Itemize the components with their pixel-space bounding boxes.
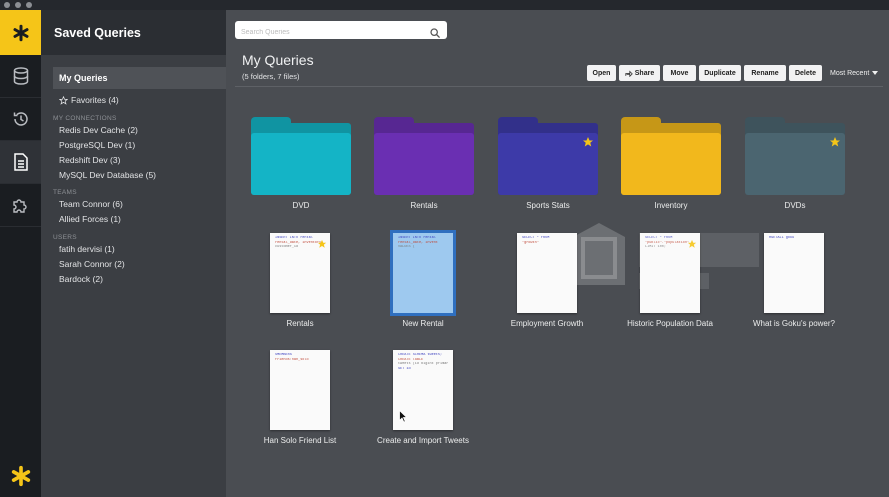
document-icon[interactable] bbox=[0, 141, 41, 184]
section-my-connections: MY CONNECTIONS bbox=[53, 115, 117, 122]
file-label: Employment Growth bbox=[510, 319, 584, 328]
file-preview-line: HGETALL goku bbox=[769, 236, 795, 240]
puzzle-icon[interactable] bbox=[0, 184, 41, 227]
folder-label: Rentals bbox=[410, 201, 438, 210]
close-window-button[interactable] bbox=[4, 2, 10, 8]
query-file-item[interactable]: INSERT INTO rental rental_date, inventory… bbox=[270, 233, 330, 313]
folder-item[interactable] bbox=[745, 117, 845, 197]
open-button[interactable]: Open bbox=[587, 65, 616, 81]
sidebar-item-user[interactable]: Bardock (2) bbox=[59, 274, 103, 284]
sidebar-item-team[interactable]: Team Connor (6) bbox=[59, 199, 123, 209]
file-label: Create and Import Tweets bbox=[377, 436, 469, 445]
chevron-down-icon bbox=[872, 71, 879, 75]
sidebar-header: Saved Queries bbox=[41, 10, 226, 55]
file-preview-line: "growth" bbox=[522, 240, 539, 245]
star-icon bbox=[687, 236, 697, 254]
search-icon[interactable] bbox=[430, 25, 440, 43]
page-title: My Queries bbox=[242, 52, 314, 68]
folder-icon bbox=[621, 133, 721, 195]
window-titlebar bbox=[0, 0, 889, 10]
saved-queries-sidebar: Saved Queries My Queries Favorites (4) M… bbox=[41, 10, 226, 497]
folder-item[interactable] bbox=[621, 117, 721, 197]
star-icon bbox=[582, 135, 594, 153]
query-file-item[interactable]: SMEMBERS friends:han_solo bbox=[270, 350, 330, 430]
page-subtitle: (5 folders, 7 files) bbox=[242, 72, 300, 81]
sort-label: Most Recent bbox=[830, 69, 870, 77]
mouse-cursor-icon bbox=[399, 409, 408, 428]
move-button[interactable]: Move bbox=[663, 65, 696, 81]
folder-item[interactable] bbox=[251, 117, 351, 197]
share-label: Share bbox=[634, 69, 655, 77]
query-file-item[interactable]: SELECT * FROM "growth" bbox=[517, 233, 577, 313]
file-preview-line: CREATE SCHEMA tweets; bbox=[398, 353, 443, 357]
sidebar-title: Saved Queries bbox=[54, 25, 141, 40]
search-bar bbox=[235, 21, 447, 42]
search-input[interactable] bbox=[235, 23, 425, 42]
sidebar-item-connection[interactable]: Redis Dev Cache (2) bbox=[59, 125, 138, 135]
folder-label: DVDs bbox=[784, 201, 806, 210]
zoom-window-button[interactable] bbox=[26, 2, 32, 8]
file-label: Rentals bbox=[286, 319, 314, 328]
folder-item[interactable] bbox=[374, 117, 474, 197]
file-preview-line: VALUES ( bbox=[398, 245, 415, 249]
share-button[interactable]: Share bbox=[619, 65, 660, 81]
sidebar-item-team[interactable]: Allied Forces (1) bbox=[59, 214, 121, 224]
file-label: Historic Population Data bbox=[627, 319, 713, 328]
delete-button[interactable]: Delete bbox=[789, 65, 822, 81]
icon-rail bbox=[0, 10, 41, 497]
folder-item[interactable] bbox=[498, 117, 598, 197]
sidebar-item-connection[interactable]: PostgreSQL Dev (1) bbox=[59, 140, 135, 150]
folder-label: Sports Stats bbox=[526, 201, 570, 210]
sort-dropdown[interactable]: Most Recent bbox=[830, 65, 879, 81]
star-outline-icon bbox=[59, 95, 68, 105]
file-preview-line: tweets (id bigint primary bbox=[398, 362, 448, 366]
database-icon[interactable] bbox=[0, 55, 41, 98]
asterisk-icon[interactable] bbox=[0, 459, 41, 493]
duplicate-button[interactable]: Duplicate bbox=[699, 65, 741, 81]
sidebar-item-connection[interactable]: MySQL Dev Database (5) bbox=[59, 170, 156, 180]
sidebar-item-user[interactable]: fatih dervisi (1) bbox=[59, 244, 115, 254]
folder-label: Inventory bbox=[654, 201, 688, 210]
minimize-window-button[interactable] bbox=[15, 2, 21, 8]
file-preview-line: friends:han_solo bbox=[275, 357, 309, 362]
query-file-item[interactable]: HGETALL goku bbox=[764, 233, 824, 313]
file-label: What is Goku's power? bbox=[752, 319, 835, 328]
asterisk-logo-icon[interactable] bbox=[0, 10, 41, 55]
sidebar-item-label: Favorites (4) bbox=[71, 95, 119, 105]
folder-label: DVD bbox=[292, 201, 310, 210]
star-icon bbox=[829, 135, 841, 153]
main-content: My Queries (5 folders, 7 files) Open Sha… bbox=[226, 10, 889, 497]
file-label: New Rental bbox=[402, 319, 444, 328]
sidebar-item-favorites[interactable]: Favorites (4) bbox=[59, 95, 119, 105]
folder-icon bbox=[251, 133, 351, 195]
file-preview-line: SET id bbox=[398, 366, 411, 371]
history-icon[interactable] bbox=[0, 98, 41, 141]
rename-button[interactable]: Rename bbox=[744, 65, 786, 81]
sidebar-item-user[interactable]: Sarah Connor (2) bbox=[59, 259, 125, 269]
sidebar-item-connection[interactable]: Redshift Dev (3) bbox=[59, 155, 120, 165]
folder-icon bbox=[374, 133, 474, 195]
section-users: USERS bbox=[53, 234, 77, 241]
star-icon bbox=[317, 236, 327, 254]
query-file-item[interactable]: INSERT INTO rental rental_date, invent VAL… bbox=[390, 230, 456, 316]
query-file-item[interactable]: SELECT * FROM "public"."population" LIMIT … bbox=[640, 233, 700, 313]
header-divider bbox=[235, 86, 883, 87]
file-label: Han Solo Friend List bbox=[263, 436, 337, 445]
section-teams: TEAMS bbox=[53, 189, 77, 196]
share-icon bbox=[625, 70, 633, 77]
sidebar-item-my-queries[interactable]: My Queries bbox=[53, 67, 226, 89]
